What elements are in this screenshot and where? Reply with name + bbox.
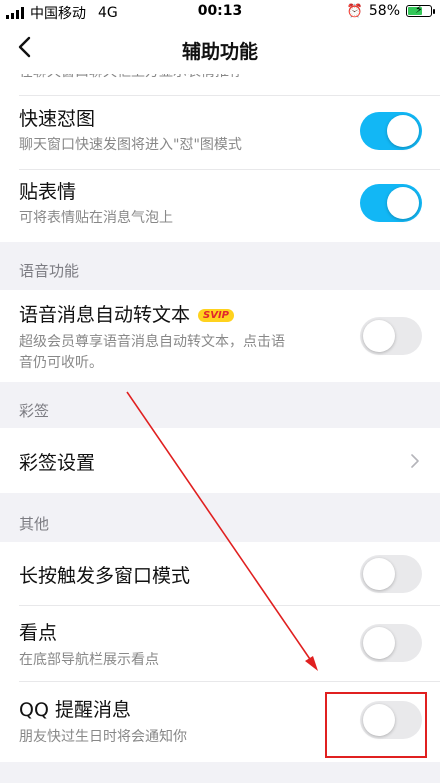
annotation-highlight-box — [325, 692, 427, 758]
annotation-arrow — [126, 391, 318, 671]
